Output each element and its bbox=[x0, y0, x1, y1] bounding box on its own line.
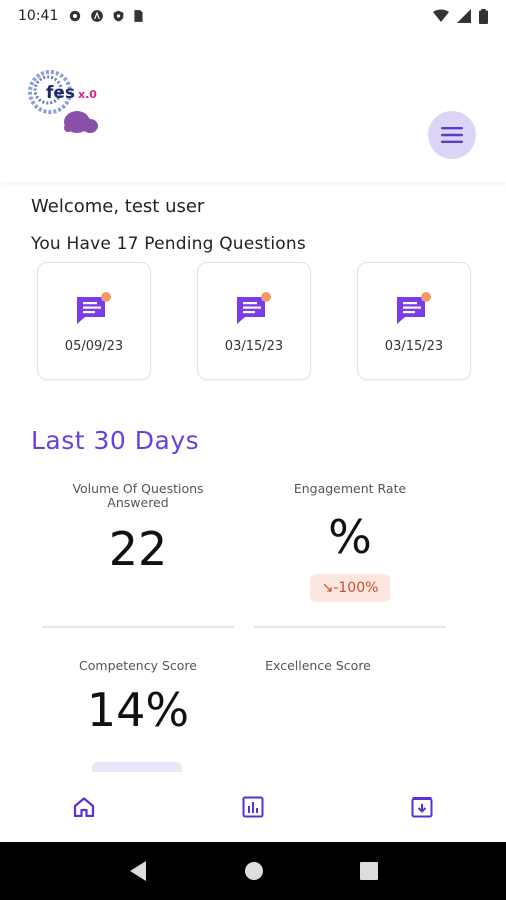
battery-icon bbox=[479, 8, 488, 24]
bottom-nav bbox=[0, 772, 506, 842]
volume-label-line-1: Volume Of Questions bbox=[72, 481, 204, 496]
excellence-label: Excellence Score bbox=[265, 658, 371, 673]
back-icon[interactable] bbox=[128, 860, 148, 882]
app-a-icon bbox=[91, 10, 104, 22]
engagement-metric: Engagement Rate % ↘-100% bbox=[254, 482, 446, 602]
hamburger-icon bbox=[441, 127, 463, 143]
home-icon bbox=[74, 797, 95, 817]
engagement-change-badge: ↘-100% bbox=[309, 574, 391, 602]
question-card[interactable]: 03/15/23 bbox=[197, 262, 311, 380]
chat-notification-icon bbox=[77, 292, 111, 324]
home-circle-icon[interactable] bbox=[244, 861, 264, 881]
menu-button[interactable] bbox=[428, 111, 476, 159]
competency-metric: Competency Score 14% bbox=[42, 658, 234, 738]
question-card[interactable]: 05/09/23 bbox=[37, 262, 151, 380]
nav-home[interactable] bbox=[54, 777, 114, 837]
fes-logo: fes x.0 bbox=[28, 68, 108, 138]
chat-notification-icon bbox=[397, 292, 431, 324]
nav-archive[interactable] bbox=[392, 777, 452, 837]
question-date: 03/15/23 bbox=[224, 339, 284, 354]
engagement-label: Engagement Rate bbox=[293, 481, 407, 496]
pending-questions-text: You Have 17 Pending Questions bbox=[31, 234, 306, 254]
divider bbox=[254, 626, 446, 628]
recents-icon[interactable] bbox=[360, 862, 378, 880]
volume-metric: Volume Of Questions Answered 22 bbox=[42, 481, 234, 577]
question-date: 03/15/23 bbox=[384, 339, 444, 354]
sim-icon bbox=[134, 10, 143, 22]
svg-text:fes: fes bbox=[46, 83, 75, 103]
excellence-metric: Excellence Score bbox=[222, 659, 414, 673]
status-bar: 10:41 bbox=[0, 0, 506, 32]
welcome-text: Welcome, test user bbox=[31, 196, 205, 217]
question-card[interactable]: 03/15/23 bbox=[357, 262, 471, 380]
svg-text:x.0: x.0 bbox=[78, 88, 97, 101]
app-header: fes x.0 bbox=[0, 32, 506, 182]
chart-icon bbox=[242, 796, 264, 818]
signal-icon bbox=[457, 9, 471, 23]
archive-icon bbox=[411, 797, 433, 818]
nav-stats[interactable] bbox=[223, 777, 283, 837]
section-title: Last 30 Days bbox=[31, 426, 200, 455]
competency-label: Competency Score bbox=[79, 658, 197, 673]
question-date: 05/09/23 bbox=[64, 339, 124, 354]
settings-icon bbox=[70, 10, 81, 22]
chat-notification-icon bbox=[237, 292, 271, 324]
wifi-icon bbox=[433, 9, 449, 22]
engagement-value: % bbox=[328, 510, 372, 564]
volume-label-line-2: Answered bbox=[107, 495, 169, 510]
status-time: 10:41 bbox=[18, 8, 59, 24]
competency-value: 14% bbox=[86, 683, 190, 737]
system-nav-bar bbox=[0, 842, 506, 900]
volume-value: 22 bbox=[108, 522, 168, 576]
shield-icon bbox=[113, 10, 124, 22]
divider bbox=[42, 626, 234, 628]
